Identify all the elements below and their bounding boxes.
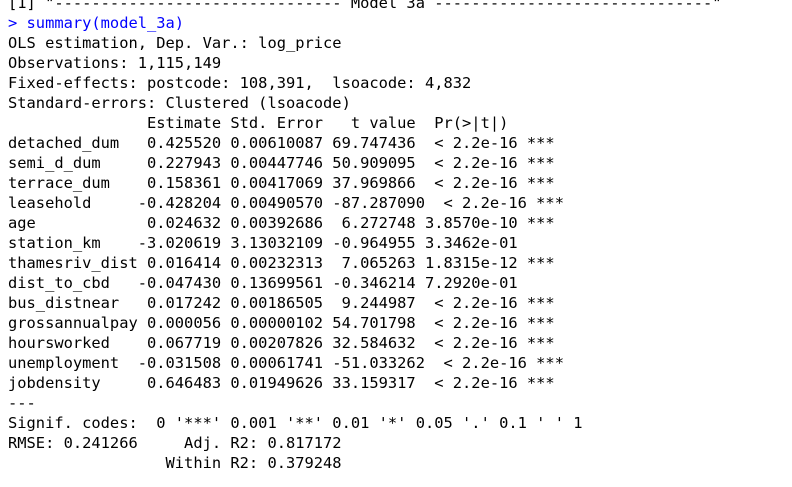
coef-row: bus_distnear 0.017242 0.00186505 9.24498… <box>8 294 555 312</box>
coef-row: semi_d_dum 0.227943 0.00447746 50.909095… <box>8 154 555 172</box>
r-console[interactable]: [1] "------------------------------- Mod… <box>0 0 792 487</box>
coef-row: age 0.024632 0.00392686 6.272748 3.8570e… <box>8 214 555 232</box>
separator-line: --- <box>8 394 36 412</box>
coef-row: detached_dum 0.425520 0.00610087 69.7474… <box>8 134 555 152</box>
coef-row: hoursworked 0.067719 0.00207826 32.58463… <box>8 334 555 352</box>
command-line: > summary(model_3a) <box>8 14 185 32</box>
coef-row: unemployment -0.031508 0.00061741 -51.03… <box>8 354 564 372</box>
coef-row: dist_to_cbd -0.047430 0.13699561 -0.3462… <box>8 274 555 292</box>
observations-line: Observations: 1,115,149 <box>8 54 222 72</box>
coef-table-header: Estimate Std. Error t value Pr(>|t|) <box>8 114 546 132</box>
coef-row: jobdensity 0.646483 0.01949626 33.159317… <box>8 374 555 392</box>
estimation-line: OLS estimation, Dep. Var.: log_price <box>8 34 342 52</box>
coef-row: leasehold -0.428204 0.00490570 -87.28709… <box>8 194 564 212</box>
within-r2-line: Within R2: 0.379248 <box>8 454 342 472</box>
model-header-line: [1] "------------------------------- Mod… <box>8 0 722 12</box>
coef-row: station_km -3.020619 3.13032109 -0.96495… <box>8 234 555 252</box>
fixed-effects-line: Fixed-effects: postcode: 108,391, lsoaco… <box>8 74 472 92</box>
console-output: [1] "------------------------------- Mod… <box>8 0 721 473</box>
signif-codes-line: Signif. codes: 0 '***' 0.001 '**' 0.01 '… <box>8 414 583 432</box>
coef-row: grossannualpay 0.000056 0.00000102 54.70… <box>8 314 555 332</box>
standard-errors-line: Standard-errors: Clustered (lsoacode) <box>8 94 351 112</box>
coef-row: terrace_dum 0.158361 0.00417069 37.96986… <box>8 174 555 192</box>
coef-row: thamesriv_dist 0.016414 0.00232313 7.065… <box>8 254 555 272</box>
rmse-line: RMSE: 0.241266 Adj. R2: 0.817172 <box>8 434 342 452</box>
